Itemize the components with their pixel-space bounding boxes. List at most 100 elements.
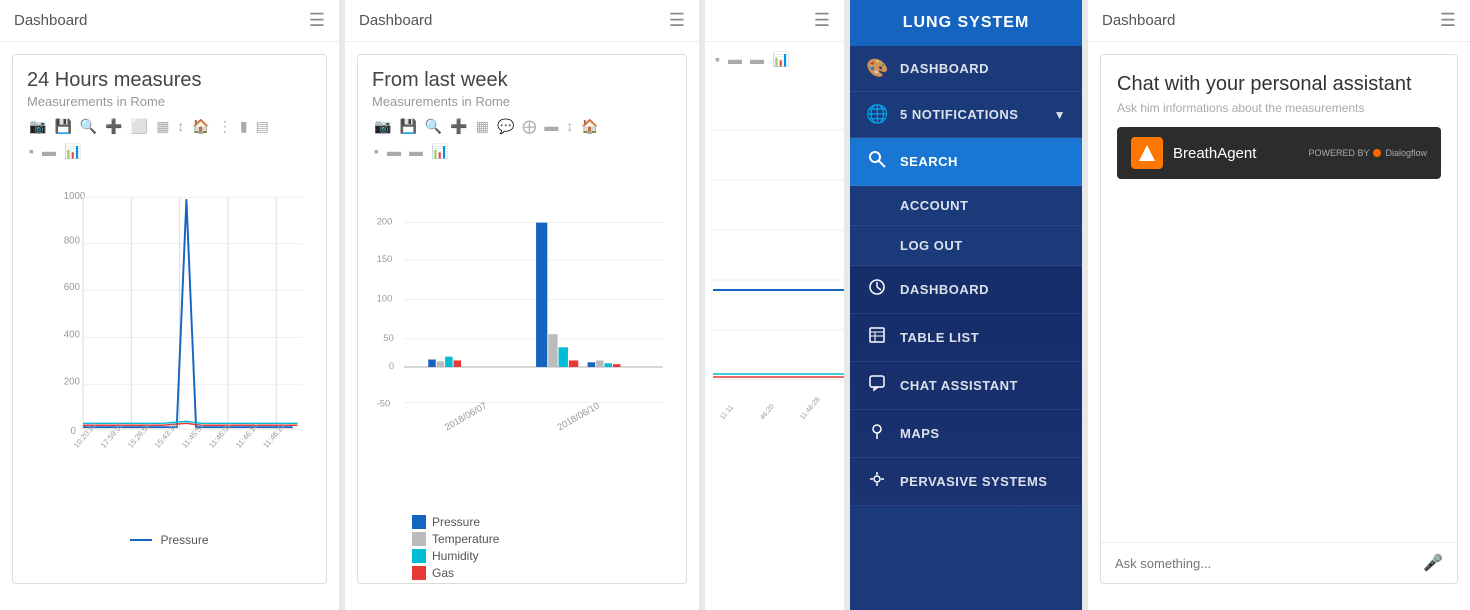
minus-icon-2[interactable]: ▬ (542, 117, 560, 136)
chat-title: Chat with your personal assistant (1117, 71, 1441, 97)
panel5-header: Dashboard ☰ (1088, 0, 1470, 42)
sidebar-label-pervasive: PERVASIVE SYSTEMS (900, 474, 1047, 489)
panel3-content: ▪ ▬ ▬ 📊 11:11 46:20 11:46:28 (705, 42, 844, 572)
camera-icon-2[interactable]: 📷 (372, 117, 393, 136)
table-icon (866, 326, 888, 349)
card-lastweek: From last week Measurements in Rome 📷 💾 … (357, 54, 687, 584)
sidebar-item-maps[interactable]: MAPS (850, 410, 1082, 458)
sidebar-item-dashboard-bottom[interactable]: DASHBOARD (850, 266, 1082, 314)
panel-lung-system: LUNG SYSTEM 🎨 DASHBOARD 🌐 5 NOTIFICATION… (850, 0, 1088, 610)
svg-text:600: 600 (64, 282, 80, 293)
flat-icon-2b[interactable]: ▬ (407, 142, 425, 161)
rect-icon[interactable]: ⬜ (129, 117, 150, 136)
hamburger-icon-5[interactable]: ☰ (1440, 10, 1456, 31)
camera-icon[interactable]: 📷 (27, 117, 48, 136)
add-icon-2[interactable]: ➕ (448, 117, 469, 136)
card-24hours: 24 Hours measures Measurements in Rome 📷… (12, 54, 327, 584)
home-icon-2[interactable]: 🏠 (579, 117, 600, 136)
hamburger-icon-2[interactable]: ☰ (669, 10, 685, 31)
dot-icon-3[interactable]: ▪ (713, 50, 722, 69)
lasso-icon[interactable]: ▦ (154, 117, 171, 136)
legend-gas-text: Gas (432, 566, 454, 580)
svg-text:46:20: 46:20 (759, 403, 776, 421)
legend-pressure-text: Pressure (432, 515, 480, 529)
flat-icon-3[interactable]: ▬ (726, 50, 744, 69)
legend-temp-text: Temperature (432, 532, 499, 546)
bar-icon-2[interactable]: 📊 (429, 142, 450, 161)
bar-chart-svg: 200 150 100 50 0 -50 2018/06/07 2018/06/… (372, 167, 672, 507)
chart-toolbar-2b: ▪ ▬ ▬ 📊 (372, 142, 672, 161)
flat-icon-3b[interactable]: ▬ (748, 50, 766, 69)
svg-text:11:11: 11:11 (719, 404, 735, 421)
sidebar-item-pervasive[interactable]: PERVASIVE SYSTEMS (850, 458, 1082, 506)
powered-by-label: POWERED BY (1308, 148, 1369, 158)
sidebar-item-dashboard-top[interactable]: 🎨 DASHBOARD (850, 46, 1082, 92)
sidebar-label-dashboard-bottom: DASHBOARD (900, 282, 989, 297)
scale-icon[interactable]: ↕ (175, 117, 186, 136)
sidebar-label-dashboard: DASHBOARD (900, 61, 989, 76)
svg-text:11:46:28: 11:46:28 (799, 396, 822, 421)
dialogflow-dot (1373, 149, 1381, 157)
search-icon (866, 150, 888, 173)
svg-text:400: 400 (64, 329, 80, 340)
flat-icon[interactable]: ▬ (40, 142, 58, 161)
pervasive-icon (866, 470, 888, 493)
chat-input[interactable] (1115, 556, 1415, 571)
sidebar-item-notifications[interactable]: 🌐 5 NOTIFICATIONS ▼ (850, 92, 1082, 138)
zoom-icon-2[interactable]: 🔍 (423, 117, 444, 136)
bubble-icon-2[interactable]: 💬 (495, 117, 516, 136)
panel1-title: Dashboard (14, 12, 87, 29)
sidebar-nav-top: 🎨 DASHBOARD 🌐 5 NOTIFICATIONS ▼ SEARCH A… (850, 46, 1082, 266)
sidebar-label-maps: MAPS (900, 426, 940, 441)
pill-icon[interactable]: ▮ (238, 117, 250, 136)
card2-title: From last week (372, 69, 672, 92)
legend-pressure-label: Pressure (160, 533, 208, 547)
partial-chart-svg: 11:11 46:20 11:46:28 (713, 90, 844, 490)
lung-system-title: LUNG SYSTEM (850, 0, 1082, 46)
legend-pressure-box (412, 515, 426, 529)
legend-temperature: Temperature (412, 532, 672, 546)
sidebar-label-chat: CHAT ASSISTANT (900, 378, 1018, 393)
save-icon[interactable]: 💾 (52, 117, 73, 136)
flat-icon-2[interactable]: ▬ (385, 142, 403, 161)
svg-text:800: 800 (64, 236, 80, 247)
sidebar-item-account[interactable]: ACCOUNT (850, 186, 1082, 226)
hamburger-icon-3[interactable]: ☰ (814, 10, 830, 31)
sidebar-item-logout[interactable]: LOG OUT (850, 226, 1082, 266)
legend-pressure: Pressure (412, 515, 672, 529)
expand-icon-2[interactable]: ↕ (564, 117, 575, 136)
dots-icon[interactable]: ⋮ (216, 117, 234, 136)
microphone-icon[interactable]: 🎤 (1423, 553, 1443, 573)
notifications-icon: 🌐 (866, 104, 888, 125)
svg-text:1000: 1000 (64, 191, 85, 202)
dialogflow-label: Dialogflow (1385, 148, 1427, 158)
sidebar-item-tablelist[interactable]: TABLE LIST (850, 314, 1082, 362)
sidebar-item-chat-assistant[interactable]: CHAT ASSISTANT (850, 362, 1082, 410)
chat-assistant-card: Chat with your personal assistant Ask hi… (1100, 54, 1458, 584)
panel-dashboard-left: Dashboard ☰ 24 Hours measures Measuremen… (0, 0, 345, 610)
panel2-header: Dashboard ☰ (345, 0, 699, 42)
card1-subtitle: Measurements in Rome (27, 94, 312, 109)
breathagent-icon (1131, 137, 1163, 169)
svg-text:0: 0 (70, 426, 75, 437)
sidebar-item-search[interactable]: SEARCH (850, 138, 1082, 186)
save-icon-2[interactable]: 💾 (397, 117, 418, 136)
bar-icon-3[interactable]: 📊 (770, 50, 791, 69)
bar-icon-sm[interactable]: 📊 (62, 142, 83, 161)
dotted-icon-2[interactable]: ▦ (474, 117, 491, 136)
svg-text:50: 50 (383, 333, 393, 343)
dot-icon[interactable]: ▪ (27, 142, 36, 161)
breathagent-header: BreathAgent POWERED BY Dialogflow (1117, 127, 1441, 179)
zoom-icon[interactable]: 🔍 (78, 117, 99, 136)
add-icon[interactable]: ➕ (103, 117, 124, 136)
plus-icon-2[interactable]: ⨁ (520, 117, 538, 136)
chat-subtitle: Ask him informations about the measureme… (1117, 101, 1441, 115)
bar-legend: Pressure Temperature Humidity Gas (372, 515, 672, 580)
chart-toolbar-2: 📷 💾 🔍 ➕ ▦ 💬 ⨁ ▬ ↕ 🏠 (372, 117, 672, 136)
chat-messages-area (1101, 307, 1457, 543)
chart1-legend: Pressure (27, 533, 312, 547)
hamburger-icon-1[interactable]: ☰ (309, 10, 325, 31)
home-icon[interactable]: 🏠 (190, 117, 211, 136)
dot-icon-2[interactable]: ▪ (372, 142, 381, 161)
lines-icon[interactable]: ▤ (254, 117, 271, 136)
